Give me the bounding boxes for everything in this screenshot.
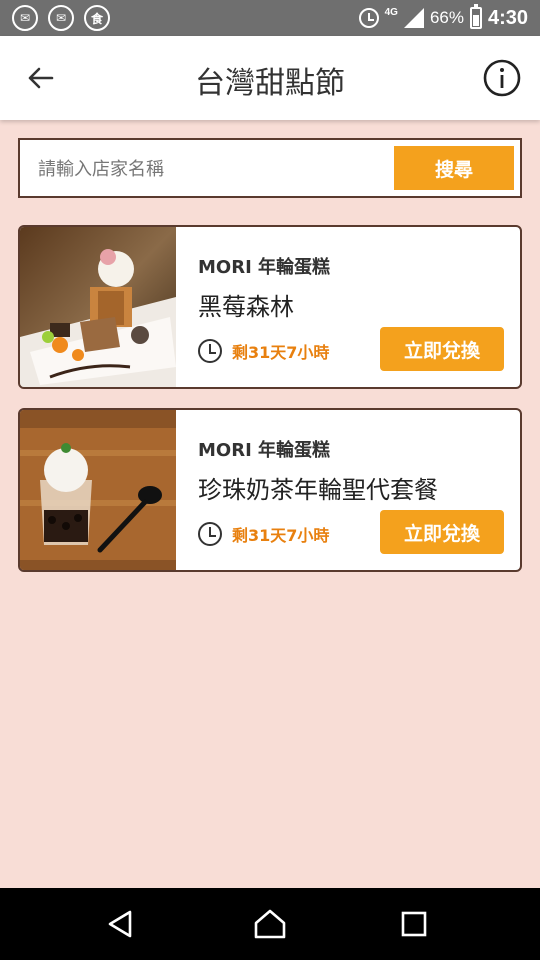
shop-name: MORI 年輪蛋糕 <box>198 257 331 278</box>
page-title: 台灣甜點節 <box>195 66 345 101</box>
mail-icon: ✉ <box>12 5 38 31</box>
remaining-time-text: 剩31天7小時 <box>232 343 330 362</box>
alarm-icon <box>358 8 379 28</box>
dessert-image <box>20 410 176 570</box>
shop-name: MORI 年輪蛋糕 <box>198 440 331 461</box>
square-recents-icon <box>401 911 427 937</box>
item-name: 珍珠奶茶年輪聖代套餐 <box>198 476 438 504</box>
dessert-image <box>20 227 176 387</box>
search-button[interactable]: 搜尋 <box>394 146 514 190</box>
status-bar: ✉ ✉ 食 4G 66% 4:30 <box>0 0 540 36</box>
search-bar: 搜尋 <box>18 138 522 198</box>
signal-icon <box>403 8 424 28</box>
item-name: 黑莓森林 <box>198 293 294 321</box>
app-bar: 台灣甜點節 <box>0 36 540 120</box>
clock-icon <box>198 522 222 546</box>
remaining-time: 剩31天7小時 <box>198 522 329 546</box>
triangle-back-icon <box>108 910 132 938</box>
info-button[interactable] <box>482 58 522 98</box>
redeem-button[interactable]: 立即兌換 <box>380 327 504 371</box>
nav-back-button[interactable] <box>100 906 140 942</box>
status-time: 4:30 <box>487 6 528 29</box>
home-icon <box>254 909 286 939</box>
clock-icon <box>198 339 222 363</box>
mail-icon: ✉ <box>48 5 74 31</box>
battery-percentage: 66% <box>429 8 464 27</box>
nav-home-button[interactable] <box>250 906 290 942</box>
redeem-button[interactable]: 立即兌換 <box>380 510 504 554</box>
system-indicators: 4G 66% 4:30 <box>358 4 528 32</box>
notification-icons: ✉ ✉ 食 <box>12 5 110 31</box>
coupon-card[interactable]: MORI 年輪蛋糕 珍珠奶茶年輪聖代套餐 剩31天7小時 立即兌換 <box>18 408 522 572</box>
food-icon: 食 <box>84 5 110 31</box>
nav-recents-button[interactable] <box>394 906 434 942</box>
navigation-bar <box>0 888 540 960</box>
network-type: 4G <box>384 7 398 18</box>
coupon-card[interactable]: MORI 年輪蛋糕 黑莓森林 剩31天7小時 立即兌換 <box>18 225 522 389</box>
search-input[interactable] <box>38 154 388 184</box>
remaining-time: 剩31天7小時 <box>198 339 329 363</box>
info-icon <box>483 59 521 97</box>
remaining-time-text: 剩31天7小時 <box>232 526 330 545</box>
battery-icon <box>469 4 482 29</box>
